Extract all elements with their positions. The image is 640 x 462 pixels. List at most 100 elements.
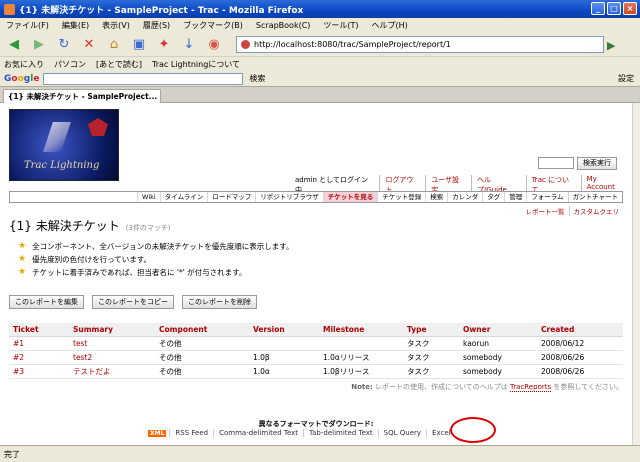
home-button[interactable]: ⌂: [103, 35, 125, 55]
ticket-id[interactable]: #1: [9, 336, 69, 351]
star-icon: ★: [18, 254, 27, 264]
nav-admin[interactable]: 管理: [504, 192, 526, 202]
col-component[interactable]: Component: [155, 323, 249, 337]
trac-lightning-logo[interactable]: Trac Lightning: [9, 109, 119, 181]
ticket-type: タスク: [403, 364, 459, 379]
ticket-created: 2008/06/26: [537, 364, 623, 379]
trac-search-button[interactable]: 検索実行: [577, 157, 617, 170]
ticket-type: タスク: [403, 350, 459, 365]
menu-scrapbook[interactable]: ScrapBook(C): [256, 21, 310, 30]
nav-new-ticket[interactable]: チケット登録: [377, 192, 425, 202]
ticket-component: その他: [155, 336, 249, 351]
col-created[interactable]: Created: [537, 323, 623, 337]
tsv-link[interactable]: Tab-delimited Text: [303, 429, 378, 437]
menu-tools[interactable]: ツール(T): [323, 20, 358, 31]
forward-button[interactable]: ▶: [28, 35, 50, 55]
menu-file[interactable]: ファイル(F): [6, 20, 49, 31]
col-version[interactable]: Version: [249, 323, 319, 337]
bookmark-star-button[interactable]: ✦: [153, 35, 175, 55]
ticket-component: その他: [155, 350, 249, 365]
nav-browser[interactable]: リポジトリブラウザ: [255, 192, 323, 202]
bookmark-pc[interactable]: パソコン: [54, 59, 86, 70]
firefox-icon: [4, 3, 15, 15]
ticket-id[interactable]: #2: [9, 350, 69, 365]
menu-bookmarks[interactable]: ブックマーク(B): [183, 20, 243, 31]
report-actions: このレポートを編集 このレポートをコピー このレポートを削除: [9, 295, 257, 309]
close-button[interactable]: ×: [623, 2, 637, 15]
nav-view-tickets[interactable]: チケットを見る: [322, 192, 378, 202]
nav-calendar[interactable]: カレンダ: [447, 192, 482, 202]
nav-search[interactable]: 検索: [425, 192, 447, 202]
site-favicon: [241, 40, 250, 49]
nav-forum[interactable]: フォーラム: [526, 192, 567, 202]
google-search-input[interactable]: [43, 72, 244, 85]
scrapbook-button[interactable]: ◉: [203, 35, 225, 55]
ticket-id[interactable]: #3: [9, 364, 69, 379]
status-bar: 完了: [0, 445, 640, 462]
bookmark-read-later[interactable]: [あとで読む]: [96, 59, 142, 70]
stop-button[interactable]: ✕: [78, 35, 100, 55]
sql-query-link[interactable]: SQL Query: [377, 429, 426, 437]
edit-report-button[interactable]: このレポートを編集: [9, 295, 84, 309]
nav-wiki[interactable]: Wiki: [137, 192, 160, 202]
rss-feed-link[interactable]: RSS Feed: [169, 429, 213, 437]
bookmark-trac-lightning[interactable]: Trac Lightningについて: [152, 59, 240, 70]
google-search-button[interactable]: 検索: [249, 73, 265, 84]
col-owner[interactable]: Owner: [459, 323, 537, 337]
trac-search-input[interactable]: [538, 157, 574, 169]
custom-query-link[interactable]: カスタムクエリ: [568, 206, 624, 216]
col-summary[interactable]: Summary: [69, 323, 155, 337]
help-note: Note: レポートの使用、作成についてのヘルプは TracReports を参…: [351, 382, 623, 392]
lightning-icon: [43, 122, 71, 152]
download-heading: 異なるフォーマットでダウンロード:: [258, 420, 374, 428]
table-row: #2 test2 その他 1.0β 1.0αリリース タスク somebody …: [9, 350, 623, 365]
description-item: ★ 全コンポーネント、全バージョンの未解決チケットを優先度順に表示します。: [18, 241, 294, 251]
nav-roadmap[interactable]: ロードマップ: [207, 192, 255, 202]
status-text: 完了: [4, 449, 20, 459]
ticket-summary[interactable]: test: [69, 336, 155, 351]
col-type[interactable]: Type: [403, 323, 459, 337]
table-row: #3 テストだよ その他 1.0α 1.0βリリース タスク somebody …: [9, 364, 623, 379]
new-tab-button[interactable]: ▣: [128, 35, 150, 55]
note-label: Note:: [351, 383, 373, 391]
col-ticket[interactable]: Ticket: [9, 323, 69, 337]
navigation-toolbar: ◀ ▶ ↻ ✕ ⌂ ▣ ✦ ↓ ◉ http://localhost:8080/…: [0, 33, 640, 57]
copy-report-button[interactable]: このレポートをコピー: [92, 295, 174, 309]
maximize-button[interactable]: □: [607, 2, 621, 15]
delete-report-button[interactable]: このレポートを削除: [182, 295, 257, 309]
xml-badge-icon: XML: [148, 429, 167, 437]
minimize-button[interactable]: _: [591, 2, 605, 15]
vertical-scrollbar[interactable]: [632, 103, 640, 445]
menu-help[interactable]: ヘルプ(H): [372, 20, 408, 31]
tab-bar: {1} 未解決チケット - SampleProject...: [0, 87, 640, 103]
go-icon[interactable]: ▶: [607, 39, 615, 52]
menu-history[interactable]: 履歴(S): [143, 20, 170, 31]
report-list-link[interactable]: レポート一覧: [522, 206, 569, 216]
trac-reports-link[interactable]: TracReports: [510, 383, 552, 392]
ticket-summary[interactable]: test2: [69, 350, 155, 365]
page-title: {1} 未解決チケット (3件のマッチ): [9, 217, 171, 234]
ticket-milestone: 1.0αリリース: [319, 350, 403, 365]
bookmark-favorites[interactable]: お気に入り: [4, 59, 44, 70]
nav-tags[interactable]: タグ: [482, 192, 504, 202]
nav-gantt[interactable]: ガントチャート: [567, 192, 622, 202]
google-settings-button[interactable]: 設定: [618, 73, 634, 84]
note-text: レポートの使用、作成についてのヘルプは: [375, 383, 508, 391]
csv-link[interactable]: Comma-delimited Text: [213, 429, 303, 437]
tab-report[interactable]: {1} 未解決チケット - SampleProject...: [3, 89, 161, 103]
nav-timeline[interactable]: タイムライン: [159, 192, 208, 202]
reload-button[interactable]: ↻: [53, 35, 75, 55]
google-logo: Google: [4, 73, 40, 84]
download-button[interactable]: ↓: [178, 35, 200, 55]
main-navigation: Wiki タイムライン ロードマップ リポジトリブラウザ チケットを見る チケッ…: [9, 191, 623, 203]
menu-view[interactable]: 表示(V): [102, 20, 130, 31]
address-bar[interactable]: http://localhost:8080/trac/SampleProject…: [236, 36, 604, 53]
report-title: {1} 未解決チケット: [9, 219, 120, 233]
bookmarks-toolbar: お気に入り パソコン [あとで読む] Trac Lightningについて: [0, 57, 640, 71]
menu-edit[interactable]: 編集(E): [62, 20, 89, 31]
ticket-owner: kaorun: [459, 336, 537, 351]
ticket-summary[interactable]: テストだよ: [69, 364, 155, 379]
back-button[interactable]: ◀: [3, 35, 25, 55]
window-controls: _ □ ×: [591, 2, 637, 15]
col-milestone[interactable]: Milestone: [319, 323, 403, 337]
